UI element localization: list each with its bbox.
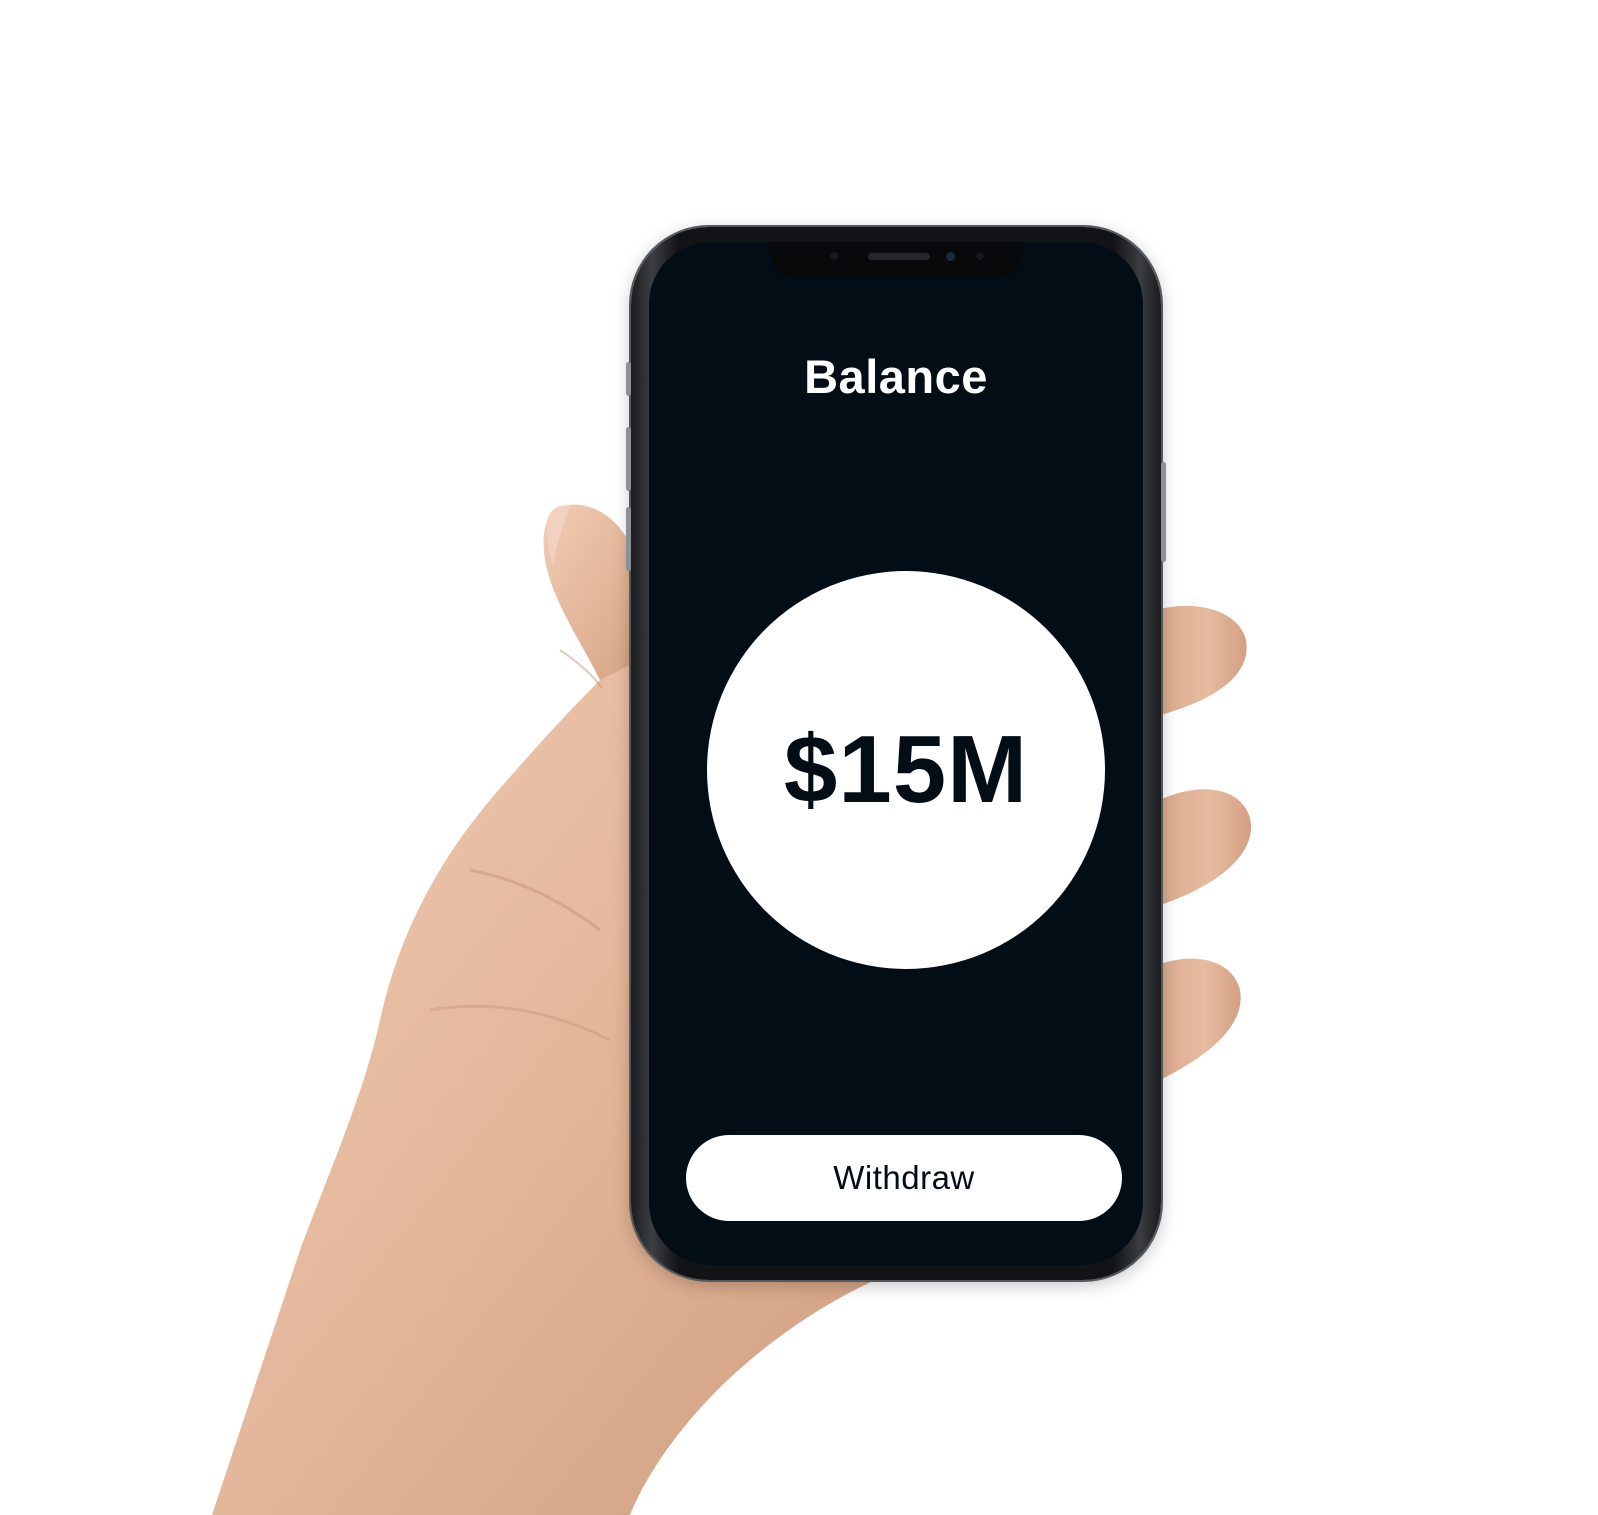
power-button bbox=[1161, 462, 1166, 562]
speaker-grille bbox=[868, 253, 930, 260]
volume-up-button bbox=[626, 427, 631, 491]
volume-down-button bbox=[626, 507, 631, 571]
withdraw-button-label: Withdraw bbox=[833, 1159, 975, 1196]
finger-3 bbox=[1150, 958, 1241, 1080]
finger-2 bbox=[1150, 789, 1252, 905]
mockup-stage: Balance $15M Withdraw bbox=[0, 0, 1598, 1515]
sensor-left bbox=[830, 252, 838, 260]
finger-1 bbox=[1150, 605, 1247, 715]
notch bbox=[770, 242, 1022, 278]
withdraw-button[interactable]: Withdraw bbox=[686, 1135, 1122, 1221]
mute-switch bbox=[626, 362, 631, 396]
phone-device: Balance $15M Withdraw bbox=[626, 227, 1166, 1280]
balance-amount: $15M bbox=[783, 716, 1029, 823]
sensor-right bbox=[976, 252, 984, 260]
front-camera-icon bbox=[946, 252, 955, 261]
phone-screen: Balance $15M Withdraw bbox=[649, 242, 1143, 1265]
page-title: Balance bbox=[804, 350, 988, 403]
balance-circle: $15M bbox=[707, 571, 1105, 969]
